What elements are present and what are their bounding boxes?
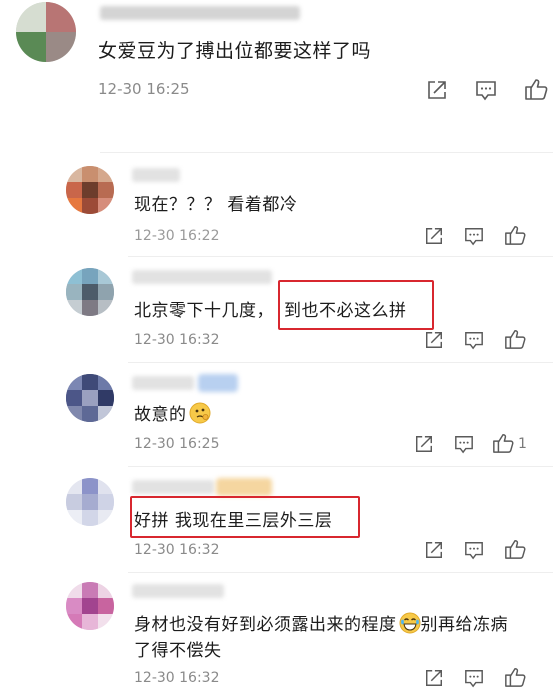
reply-time: 12-30 16:32: [134, 332, 220, 348]
reply-time: 12-30 16:25: [134, 436, 220, 452]
comment-icon[interactable]: [464, 330, 484, 350]
comment-icon[interactable]: [475, 79, 497, 101]
avatar[interactable]: [66, 582, 114, 630]
comment-icon[interactable]: [464, 226, 484, 246]
share-icon[interactable]: [424, 226, 444, 246]
top-comment-text: 女爱豆为了搏出位都要这样了吗: [98, 40, 372, 62]
avatar[interactable]: [16, 2, 76, 62]
divider: [128, 572, 553, 573]
like-icon[interactable]: [504, 538, 526, 560]
reply-text-content-after-emoji: 别再给冻病: [420, 615, 508, 635]
share-icon[interactable]: [426, 79, 448, 101]
like-icon[interactable]: [524, 77, 548, 101]
laughing-emoji-icon: [399, 612, 421, 639]
reply-text-content: 身材也没有好到必须露出来的程度: [134, 615, 397, 635]
username-blurred[interactable]: [132, 270, 272, 284]
thinking-emoji-icon: [189, 402, 211, 429]
username-blurred[interactable]: [132, 168, 180, 182]
avatar[interactable]: [66, 374, 114, 422]
share-icon[interactable]: [424, 668, 444, 688]
share-icon[interactable]: [424, 330, 444, 350]
avatar[interactable]: [66, 166, 114, 214]
top-comment-time: 12-30 16:25: [98, 80, 190, 98]
like-icon[interactable]: [504, 224, 526, 246]
share-icon[interactable]: [424, 540, 444, 560]
highlight-box: [130, 496, 360, 538]
username-blurred[interactable]: [100, 6, 300, 20]
username-blurred[interactable]: [132, 584, 224, 598]
like-icon[interactable]: [504, 666, 526, 688]
avatar[interactable]: [66, 268, 114, 316]
share-icon[interactable]: [414, 434, 434, 454]
username-blurred[interactable]: [132, 376, 194, 390]
vip-badge-blurred: [198, 374, 238, 392]
username-blurred[interactable]: [132, 480, 214, 494]
divider: [128, 256, 553, 257]
avatar[interactable]: [66, 478, 114, 526]
vip-badge-blurred: [216, 478, 272, 496]
reply-text: 故意的: [134, 400, 211, 429]
comment-icon[interactable]: [464, 668, 484, 688]
reply-time: 12-30 16:22: [134, 228, 220, 244]
reply-time: 12-30 16:32: [134, 542, 220, 558]
comment-icon[interactable]: [454, 434, 474, 454]
reply-text-content: 故意的: [134, 405, 187, 425]
like-icon[interactable]: [504, 328, 526, 350]
reply-text-line1: 身材也没有好到必须露出来的程度 别再给冻病: [134, 610, 508, 639]
reply-time: 12-30 16:32: [134, 670, 220, 686]
like-icon[interactable]: [492, 432, 514, 454]
reply-text: 现在？？？ 看着都冷: [134, 195, 298, 215]
reply-text-line2: 了得不偿失: [134, 641, 222, 661]
divider: [128, 466, 553, 467]
comment-icon[interactable]: [464, 540, 484, 560]
highlight-box: [278, 280, 434, 330]
divider: [128, 362, 553, 363]
like-count: 1: [518, 436, 527, 452]
divider: [100, 152, 553, 153]
reply-text-plain: 北京零下十几度，: [134, 301, 274, 321]
